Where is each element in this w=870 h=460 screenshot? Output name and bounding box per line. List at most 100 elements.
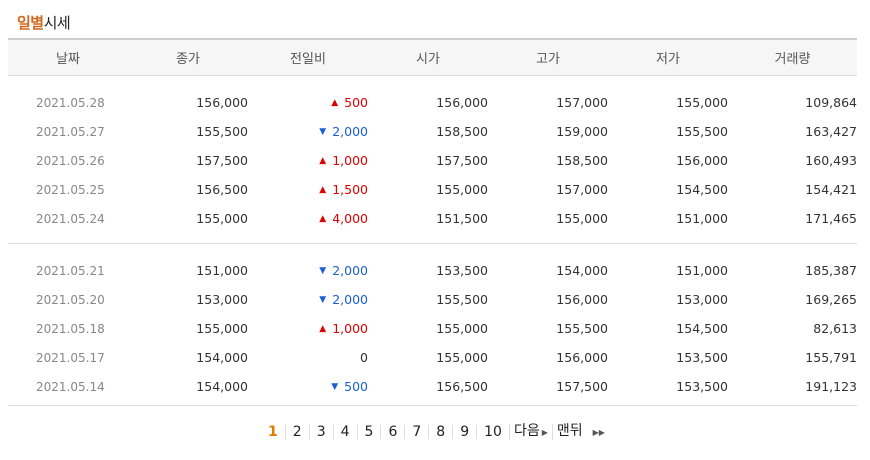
title-accent: 일별 [17, 14, 44, 32]
triangle-up-icon: ▲ [319, 155, 327, 166]
page-link-1[interactable]: 1 [261, 425, 285, 439]
cell-close: 156,000 [196, 95, 248, 110]
cell-open: 153,500 [436, 263, 488, 278]
table-row: 2021.05.20 153,000 ▼ 2,000 155,500 156,000 153… [8, 285, 857, 314]
header-volume: 거래량 [774, 52, 811, 67]
cell-high: 156,000 [556, 292, 608, 307]
cell-date: 2021.05.17 [36, 350, 105, 365]
cell-low: 154,500 [676, 321, 728, 336]
page-link-7[interactable]: 7 [404, 425, 428, 439]
page-link-3[interactable]: 3 [308, 425, 333, 439]
cell-low: 153,500 [676, 379, 728, 394]
change-value: 2,000 [332, 292, 368, 307]
change-value: 2,000 [332, 124, 368, 139]
cell-volume: 185,387 [805, 263, 857, 278]
page-link-6[interactable]: 6 [380, 425, 404, 439]
cell-close: 151,000 [196, 263, 248, 278]
cell-date: 2021.05.27 [36, 124, 105, 139]
page-link-8[interactable]: 8 [428, 425, 452, 439]
change-value: 4,000 [332, 211, 368, 226]
next-page-button[interactable]: 다음 ▶ [508, 424, 552, 440]
cell-date: 2021.05.25 [36, 182, 105, 197]
page-link-5[interactable]: 5 [356, 425, 381, 439]
cell-volume: 163,427 [805, 124, 857, 139]
cell-high: 155,500 [556, 321, 608, 336]
table-row: 2021.05.27 155,500 ▼ 2,000 158,500 159,000 155… [8, 117, 857, 146]
cell-volume: 109,864 [805, 95, 857, 110]
page-link-9[interactable]: 9 [452, 425, 476, 439]
cell-volume: 155,791 [805, 350, 857, 365]
cell-low: 153,000 [676, 292, 728, 307]
cell-high: 156,000 [556, 350, 608, 365]
cell-open: 157,500 [436, 153, 488, 168]
cell-open: 151,500 [436, 211, 488, 226]
change-value: 1,000 [332, 153, 368, 168]
cell-change: ▲ 4,000 [248, 211, 368, 226]
cell-change: 0 [248, 350, 368, 365]
change-value: 500 [344, 379, 368, 394]
change-value: 2,000 [332, 263, 368, 278]
cell-volume: 160,493 [805, 153, 857, 168]
header-close: 종가 [176, 52, 200, 67]
cell-date: 2021.05.26 [36, 153, 105, 168]
table-row: 2021.05.18 155,000 ▲ 1,000 155,000 155,500 154… [8, 314, 857, 343]
cell-close: 156,500 [196, 182, 248, 197]
cell-close: 155,000 [196, 211, 248, 226]
table-row: 2021.05.17 154,000 0 155,000 156,000 153,500 1… [8, 343, 857, 372]
table-row: 2021.05.24 155,000 ▲ 4,000 151,500 155,000 151… [8, 204, 857, 233]
cell-high: 158,500 [556, 153, 608, 168]
last-label: 맨뒤 [556, 423, 583, 439]
header-open: 시가 [416, 52, 440, 67]
cell-close: 155,500 [196, 124, 248, 139]
cell-open: 155,000 [436, 321, 488, 336]
title-rest: 시세 [43, 14, 71, 32]
cell-date: 2021.05.28 [36, 95, 105, 110]
cell-low: 155,000 [676, 95, 728, 110]
cell-open: 156,000 [436, 95, 488, 110]
header-change: 전일비 [290, 52, 326, 67]
triangle-right-icon: ▶ [541, 428, 548, 437]
cell-change: ▼ 2,000 [248, 263, 368, 278]
triangle-up-icon: ▲ [319, 213, 327, 224]
triangle-down-icon: ▼ [319, 126, 327, 137]
table-row: 2021.05.14 154,000 ▼ 500 156,500 157,500 153,5… [8, 372, 857, 401]
last-page-button[interactable]: 맨뒤 ▶▶ [551, 423, 609, 440]
cell-high: 155,000 [556, 211, 608, 226]
page-link-4[interactable]: 4 [332, 425, 357, 439]
change-value: 1,500 [332, 182, 368, 197]
cell-volume: 171,465 [805, 211, 857, 226]
cell-change: ▲ 1,000 [248, 153, 368, 168]
cell-change: ▲ 500 [248, 95, 368, 110]
page-link-10[interactable]: 10 [476, 425, 509, 439]
cell-low: 156,000 [676, 153, 728, 168]
triangle-down-icon: ▼ [331, 381, 339, 392]
cell-change: ▼ 2,000 [248, 124, 368, 139]
cell-open: 158,500 [436, 124, 488, 139]
cell-low: 151,000 [676, 211, 728, 226]
cell-date: 2021.05.18 [36, 321, 105, 336]
table-row: 2021.05.28 156,000 ▲ 500 156,000 157,000 155,0… [8, 88, 857, 117]
cell-close: 155,000 [196, 321, 248, 336]
table-header: 날짜 종가 전일비 시가 고가 저가 거래량 [8, 38, 857, 76]
header-high: 고가 [536, 52, 560, 67]
cell-open: 155,000 [436, 182, 488, 197]
cell-high: 157,500 [556, 379, 608, 394]
cell-date: 2021.05.21 [36, 263, 105, 278]
page-link-2[interactable]: 2 [284, 425, 309, 439]
cell-open: 156,500 [436, 379, 488, 394]
cell-volume: 191,123 [805, 379, 857, 394]
header-date: 날짜 [56, 52, 80, 67]
row-group: 2021.05.28 156,000 ▲ 500 156,000 157,000 155,0… [8, 76, 857, 243]
cell-high: 157,000 [556, 182, 608, 197]
cell-change: ▲ 1,000 [248, 321, 368, 336]
table-row: 2021.05.25 156,500 ▲ 1,500 155,000 157,000 154… [8, 175, 857, 204]
daily-price-table: 날짜 종가 전일비 시가 고가 저가 거래량 2021.05.28 156,000… [8, 38, 857, 411]
cell-close: 153,000 [196, 292, 248, 307]
cell-close: 154,000 [196, 350, 248, 365]
row-group: 2021.05.21 151,000 ▼ 2,000 153,500 154,000 151… [8, 243, 857, 411]
cell-volume: 154,421 [805, 182, 857, 197]
triangle-up-icon: ▲ [331, 97, 339, 108]
cell-date: 2021.05.20 [36, 292, 105, 307]
change-value: 0 [360, 350, 368, 365]
triangle-up-icon: ▲ [319, 323, 327, 334]
